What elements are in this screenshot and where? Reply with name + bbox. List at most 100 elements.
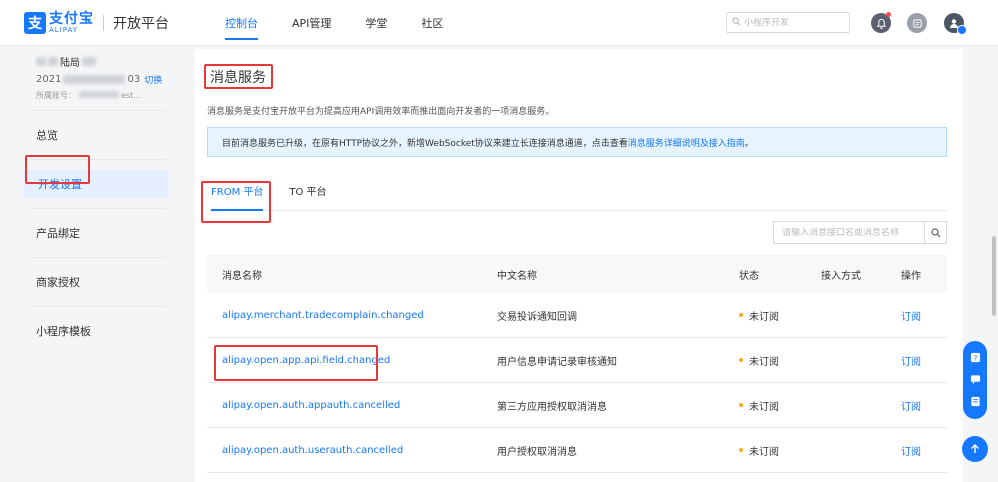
floating-help-panel: ? xyxy=(963,341,987,419)
status-dot xyxy=(739,358,743,362)
page-title: 消息服务 xyxy=(210,70,266,86)
notice-guide-link[interactable]: 消息服务详细说明及接入指南 xyxy=(628,136,745,149)
direction-tabs: FROM 平台 TO 平台 xyxy=(207,183,947,211)
message-cn-name: 用户授权取消消息 xyxy=(497,446,577,458)
logo-divider xyxy=(103,14,104,31)
sidebar: 陆局 2021 03 切换 所属账号： est... 总览 开发设置 产品绑定 … xyxy=(22,46,172,482)
table-row: alipay.open.auth.userauth.cancelled 用户授权… xyxy=(207,428,947,473)
user-avatar-icon[interactable] xyxy=(944,13,967,35)
logo-en-text: ALIPAY xyxy=(49,25,79,34)
col-cn-name: 中文名称 xyxy=(497,270,537,282)
col-message-name: 消息名称 xyxy=(222,270,262,282)
platform-title: 开放平台 xyxy=(113,15,169,32)
blurred-text xyxy=(82,57,96,66)
feedback-icon[interactable] xyxy=(970,396,981,409)
chat-icon[interactable] xyxy=(970,374,981,387)
col-status: 状态 xyxy=(739,270,759,282)
sidebar-item-product-binding[interactable]: 产品绑定 xyxy=(22,219,172,247)
notification-bell-icon[interactable] xyxy=(871,12,891,33)
status-dot xyxy=(739,313,743,317)
page-scrollbar[interactable] xyxy=(992,236,996,316)
status-badge: 未订阅 xyxy=(739,443,779,458)
sidebar-divider xyxy=(30,110,166,111)
blurred-text xyxy=(48,57,58,66)
account-name-suffix: 陆局 xyxy=(60,58,80,69)
top-bar: 支 支付宝 ALIPAY 开放平台 控制台 API管理 学堂 社区 xyxy=(0,0,998,46)
nav-api-management[interactable]: API管理 xyxy=(292,0,331,46)
upgrade-notice: 目前消息服务已升级，在原有HTTP协议之外，新增WebSocket协议来建立长连… xyxy=(207,127,947,157)
back-to-top-icon[interactable] xyxy=(962,436,988,462)
status-dot xyxy=(739,403,743,407)
sidebar-divider xyxy=(30,306,166,307)
notice-end: 。 xyxy=(744,138,754,149)
sidebar-item-dev-settings[interactable]: 开发设置 xyxy=(24,170,168,198)
message-cn-name: 交易投诉通知回调 xyxy=(497,311,577,323)
table-row: alipay.merchant.tradecomplain.changed 交易… xyxy=(207,293,947,338)
nav-console[interactable]: 控制台 xyxy=(225,0,258,46)
blurred-avatar xyxy=(36,57,46,66)
message-name-link[interactable]: alipay.merchant.tradecomplain.changed xyxy=(222,310,424,321)
account-belong-label: 所属账号： xyxy=(36,91,76,100)
notification-dot xyxy=(886,12,891,17)
nav-academy[interactable]: 学堂 xyxy=(365,0,387,46)
tab-to-platform[interactable]: TO 平台 xyxy=(285,183,326,211)
top-nav: 控制台 API管理 学堂 社区 xyxy=(225,0,477,46)
status-badge: 未订阅 xyxy=(739,308,779,323)
subscribe-button[interactable]: 订阅 xyxy=(901,353,921,368)
sidebar-item-overview[interactable]: 总览 xyxy=(22,121,172,149)
help-icon[interactable]: ? xyxy=(970,352,981,365)
message-name-link[interactable]: alipay.open.auth.userauth.cancelled xyxy=(222,445,403,456)
account-belong-suffix: est... xyxy=(121,91,141,100)
account-id-suffix: 03 xyxy=(127,74,141,85)
page-description: 消息服务是支付宝开放平台为提高应用API调用效率而推出面向开发者的一项消息服务。 xyxy=(207,107,555,117)
table-row: alipay.open.app.api.field.changed 用户信息申请… xyxy=(207,338,947,383)
tab-from-platform[interactable]: FROM 平台 xyxy=(207,183,264,211)
alipay-logo[interactable]: 支 支付宝 ALIPAY 开放平台 xyxy=(24,0,169,46)
status-dot xyxy=(739,448,743,452)
logo-text: 支付宝 ALIPAY xyxy=(49,12,94,34)
message-cn-name: 第三方应用授权取消消息 xyxy=(497,401,607,413)
sidebar-item-miniapp-template[interactable]: 小程序模板 xyxy=(22,317,172,345)
logo-cn-text: 支付宝 xyxy=(49,10,94,27)
status-badge: 未订阅 xyxy=(739,353,779,368)
switch-account-link[interactable]: 切换 xyxy=(144,73,162,86)
status-text: 未订阅 xyxy=(749,446,779,458)
search-icon xyxy=(732,16,741,29)
svg-text:?: ? xyxy=(973,353,977,362)
status-text: 未订阅 xyxy=(749,311,779,323)
sidebar-item-merchant-auth[interactable]: 商家授权 xyxy=(22,268,172,296)
message-name-link[interactable]: alipay.open.auth.appauth.cancelled xyxy=(222,400,400,411)
subscribe-button[interactable]: 订阅 xyxy=(901,308,921,323)
account-info: 陆局 2021 03 切换 所属账号： est... xyxy=(22,46,172,104)
message-cn-name: 用户信息申请记录审核通知 xyxy=(497,356,617,368)
subscribe-button[interactable]: 订阅 xyxy=(901,398,921,413)
global-search xyxy=(726,12,850,33)
blurred-belong xyxy=(78,91,119,98)
sidebar-divider xyxy=(30,257,166,258)
message-search xyxy=(773,221,947,244)
main-panel: 消息服务 消息服务是支付宝开放平台为提高应用API调用效率而推出面向开发者的一项… xyxy=(195,49,963,482)
search-button[interactable] xyxy=(924,222,946,243)
user-badge-icon xyxy=(957,25,967,35)
account-id-line: 2021 03 切换 xyxy=(36,73,172,86)
blurred-account-id xyxy=(63,75,126,84)
alipay-logo-icon: 支 xyxy=(24,11,46,34)
status-text: 未订阅 xyxy=(749,356,779,368)
sidebar-divider xyxy=(30,159,166,160)
nav-community[interactable]: 社区 xyxy=(421,0,443,46)
subscribe-button[interactable]: 订阅 xyxy=(901,443,921,458)
table-header: 消息名称 中文名称 状态 接入方式 操作 xyxy=(207,255,947,293)
message-search-input[interactable] xyxy=(774,227,924,238)
account-id-prefix: 2021 xyxy=(36,74,62,85)
col-access-mode: 接入方式 xyxy=(821,270,861,282)
account-name-line: 陆局 xyxy=(36,54,172,69)
message-icon[interactable] xyxy=(907,13,927,33)
message-name-link[interactable]: alipay.open.app.api.field.changed xyxy=(222,355,390,366)
col-action: 操作 xyxy=(901,270,921,282)
sidebar-divider xyxy=(30,208,166,209)
global-search-input[interactable] xyxy=(744,17,844,28)
notice-text: 目前消息服务已升级，在原有HTTP协议之外，新增WebSocket协议来建立长连… xyxy=(222,138,628,149)
search-icon xyxy=(930,227,940,237)
account-belong-line: 所属账号： est... xyxy=(36,90,172,101)
status-badge: 未订阅 xyxy=(739,398,779,413)
